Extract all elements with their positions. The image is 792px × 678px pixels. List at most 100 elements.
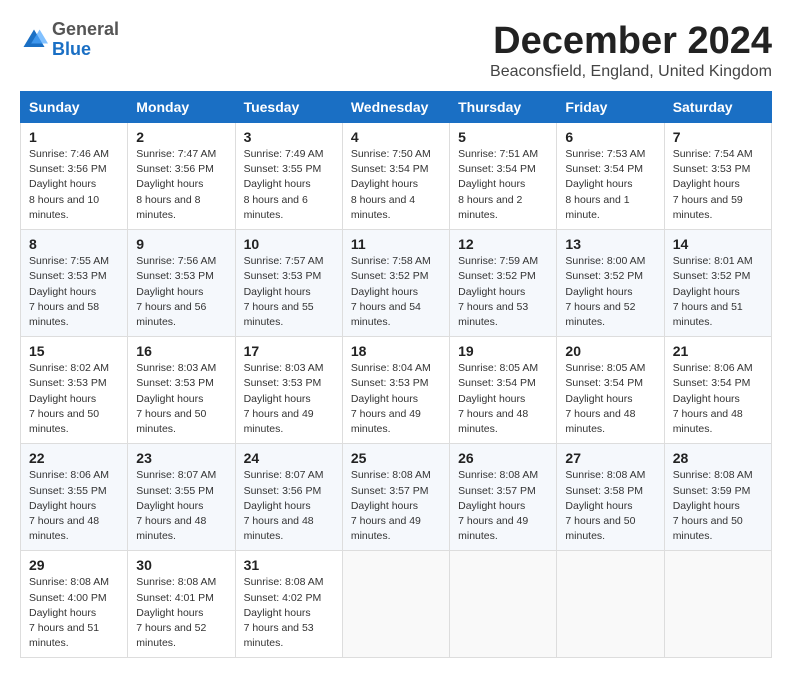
calendar-table: Sunday Monday Tuesday Wednesday Thursday… (20, 91, 772, 658)
day-number: 24 (244, 450, 334, 466)
day-info: Sunrise: 8:08 AMSunset: 3:59 PMDaylight … (673, 469, 753, 542)
table-row: 4 Sunrise: 7:50 AMSunset: 3:54 PMDayligh… (342, 123, 449, 230)
table-row: 2 Sunrise: 7:47 AMSunset: 3:56 PMDayligh… (128, 123, 235, 230)
table-row: 9 Sunrise: 7:56 AMSunset: 3:53 PMDayligh… (128, 230, 235, 337)
day-number: 9 (136, 236, 226, 252)
table-row: 30 Sunrise: 8:08 AMSunset: 4:01 PMDaylig… (128, 551, 235, 658)
day-info: Sunrise: 8:02 AMSunset: 3:53 PMDaylight … (29, 362, 109, 435)
table-row: 13 Sunrise: 8:00 AMSunset: 3:52 PMDaylig… (557, 230, 664, 337)
day-number: 19 (458, 343, 548, 359)
table-row: 17 Sunrise: 8:03 AMSunset: 3:53 PMDaylig… (235, 337, 342, 444)
calendar-week-row: 29 Sunrise: 8:08 AMSunset: 4:00 PMDaylig… (21, 551, 772, 658)
table-row: 23 Sunrise: 8:07 AMSunset: 3:55 PMDaylig… (128, 444, 235, 551)
header-wednesday: Wednesday (342, 92, 449, 123)
table-row: 12 Sunrise: 7:59 AMSunset: 3:52 PMDaylig… (450, 230, 557, 337)
day-info: Sunrise: 8:03 AMSunset: 3:53 PMDaylight … (136, 362, 216, 435)
day-info: Sunrise: 7:47 AMSunset: 3:56 PMDaylight … (136, 148, 216, 221)
table-row (450, 551, 557, 658)
table-row: 14 Sunrise: 8:01 AMSunset: 3:52 PMDaylig… (664, 230, 771, 337)
table-row (664, 551, 771, 658)
day-number: 28 (673, 450, 763, 466)
header-thursday: Thursday (450, 92, 557, 123)
table-row: 22 Sunrise: 8:06 AMSunset: 3:55 PMDaylig… (21, 444, 128, 551)
day-info: Sunrise: 8:08 AMSunset: 3:57 PMDaylight … (458, 469, 538, 542)
table-row: 28 Sunrise: 8:08 AMSunset: 3:59 PMDaylig… (664, 444, 771, 551)
day-info: Sunrise: 8:06 AMSunset: 3:55 PMDaylight … (29, 469, 109, 542)
table-row: 25 Sunrise: 8:08 AMSunset: 3:57 PMDaylig… (342, 444, 449, 551)
day-number: 25 (351, 450, 441, 466)
day-number: 31 (244, 557, 334, 573)
table-row: 18 Sunrise: 8:04 AMSunset: 3:53 PMDaylig… (342, 337, 449, 444)
day-info: Sunrise: 7:55 AMSunset: 3:53 PMDaylight … (29, 255, 109, 328)
table-row: 27 Sunrise: 8:08 AMSunset: 3:58 PMDaylig… (557, 444, 664, 551)
day-number: 16 (136, 343, 226, 359)
day-number: 22 (29, 450, 119, 466)
day-info: Sunrise: 8:08 AMSunset: 4:01 PMDaylight … (136, 576, 216, 649)
table-row: 26 Sunrise: 8:08 AMSunset: 3:57 PMDaylig… (450, 444, 557, 551)
calendar-week-row: 22 Sunrise: 8:06 AMSunset: 3:55 PMDaylig… (21, 444, 772, 551)
logo-blue-text: Blue (52, 39, 91, 59)
day-number: 18 (351, 343, 441, 359)
day-number: 4 (351, 129, 441, 145)
day-number: 17 (244, 343, 334, 359)
day-info: Sunrise: 8:01 AMSunset: 3:52 PMDaylight … (673, 255, 753, 328)
day-number: 13 (565, 236, 655, 252)
day-info: Sunrise: 7:50 AMSunset: 3:54 PMDaylight … (351, 148, 431, 221)
day-number: 1 (29, 129, 119, 145)
day-number: 12 (458, 236, 548, 252)
month-title: December 2024 (490, 20, 772, 63)
day-number: 10 (244, 236, 334, 252)
day-number: 20 (565, 343, 655, 359)
day-number: 5 (458, 129, 548, 145)
day-number: 2 (136, 129, 226, 145)
table-row: 1 Sunrise: 7:46 AMSunset: 3:56 PMDayligh… (21, 123, 128, 230)
day-info: Sunrise: 8:08 AMSunset: 3:57 PMDaylight … (351, 469, 431, 542)
day-number: 14 (673, 236, 763, 252)
logo-general-text: General (52, 19, 119, 39)
table-row (342, 551, 449, 658)
day-number: 6 (565, 129, 655, 145)
day-info: Sunrise: 7:59 AMSunset: 3:52 PMDaylight … (458, 255, 538, 328)
title-block: December 2024 Beaconsfield, England, Uni… (490, 20, 772, 81)
table-row: 6 Sunrise: 7:53 AMSunset: 3:54 PMDayligh… (557, 123, 664, 230)
day-number: 29 (29, 557, 119, 573)
day-info: Sunrise: 8:06 AMSunset: 3:54 PMDaylight … (673, 362, 753, 435)
table-row: 10 Sunrise: 7:57 AMSunset: 3:53 PMDaylig… (235, 230, 342, 337)
day-number: 11 (351, 236, 441, 252)
page-header: General Blue December 2024 Beaconsfield,… (20, 20, 772, 81)
day-info: Sunrise: 8:07 AMSunset: 3:55 PMDaylight … (136, 469, 216, 542)
day-info: Sunrise: 8:00 AMSunset: 3:52 PMDaylight … (565, 255, 645, 328)
day-number: 7 (673, 129, 763, 145)
day-number: 15 (29, 343, 119, 359)
header-saturday: Saturday (664, 92, 771, 123)
day-info: Sunrise: 7:54 AMSunset: 3:53 PMDaylight … (673, 148, 753, 221)
day-info: Sunrise: 8:07 AMSunset: 3:56 PMDaylight … (244, 469, 324, 542)
table-row: 29 Sunrise: 8:08 AMSunset: 4:00 PMDaylig… (21, 551, 128, 658)
calendar-week-row: 1 Sunrise: 7:46 AMSunset: 3:56 PMDayligh… (21, 123, 772, 230)
calendar-week-row: 8 Sunrise: 7:55 AMSunset: 3:53 PMDayligh… (21, 230, 772, 337)
day-info: Sunrise: 8:03 AMSunset: 3:53 PMDaylight … (244, 362, 324, 435)
header-friday: Friday (557, 92, 664, 123)
table-row: 11 Sunrise: 7:58 AMSunset: 3:52 PMDaylig… (342, 230, 449, 337)
day-info: Sunrise: 7:53 AMSunset: 3:54 PMDaylight … (565, 148, 645, 221)
day-info: Sunrise: 8:08 AMSunset: 4:00 PMDaylight … (29, 576, 109, 649)
table-row: 7 Sunrise: 7:54 AMSunset: 3:53 PMDayligh… (664, 123, 771, 230)
table-row: 19 Sunrise: 8:05 AMSunset: 3:54 PMDaylig… (450, 337, 557, 444)
day-number: 30 (136, 557, 226, 573)
table-row (557, 551, 664, 658)
table-row: 5 Sunrise: 7:51 AMSunset: 3:54 PMDayligh… (450, 123, 557, 230)
day-info: Sunrise: 8:05 AMSunset: 3:54 PMDaylight … (458, 362, 538, 435)
day-header-row: Sunday Monday Tuesday Wednesday Thursday… (21, 92, 772, 123)
day-info: Sunrise: 8:08 AMSunset: 3:58 PMDaylight … (565, 469, 645, 542)
day-info: Sunrise: 7:58 AMSunset: 3:52 PMDaylight … (351, 255, 431, 328)
header-tuesday: Tuesday (235, 92, 342, 123)
table-row: 21 Sunrise: 8:06 AMSunset: 3:54 PMDaylig… (664, 337, 771, 444)
day-info: Sunrise: 7:51 AMSunset: 3:54 PMDaylight … (458, 148, 538, 221)
day-number: 23 (136, 450, 226, 466)
table-row: 15 Sunrise: 8:02 AMSunset: 3:53 PMDaylig… (21, 337, 128, 444)
table-row: 8 Sunrise: 7:55 AMSunset: 3:53 PMDayligh… (21, 230, 128, 337)
day-number: 3 (244, 129, 334, 145)
header-monday: Monday (128, 92, 235, 123)
table-row: 24 Sunrise: 8:07 AMSunset: 3:56 PMDaylig… (235, 444, 342, 551)
header-sunday: Sunday (21, 92, 128, 123)
